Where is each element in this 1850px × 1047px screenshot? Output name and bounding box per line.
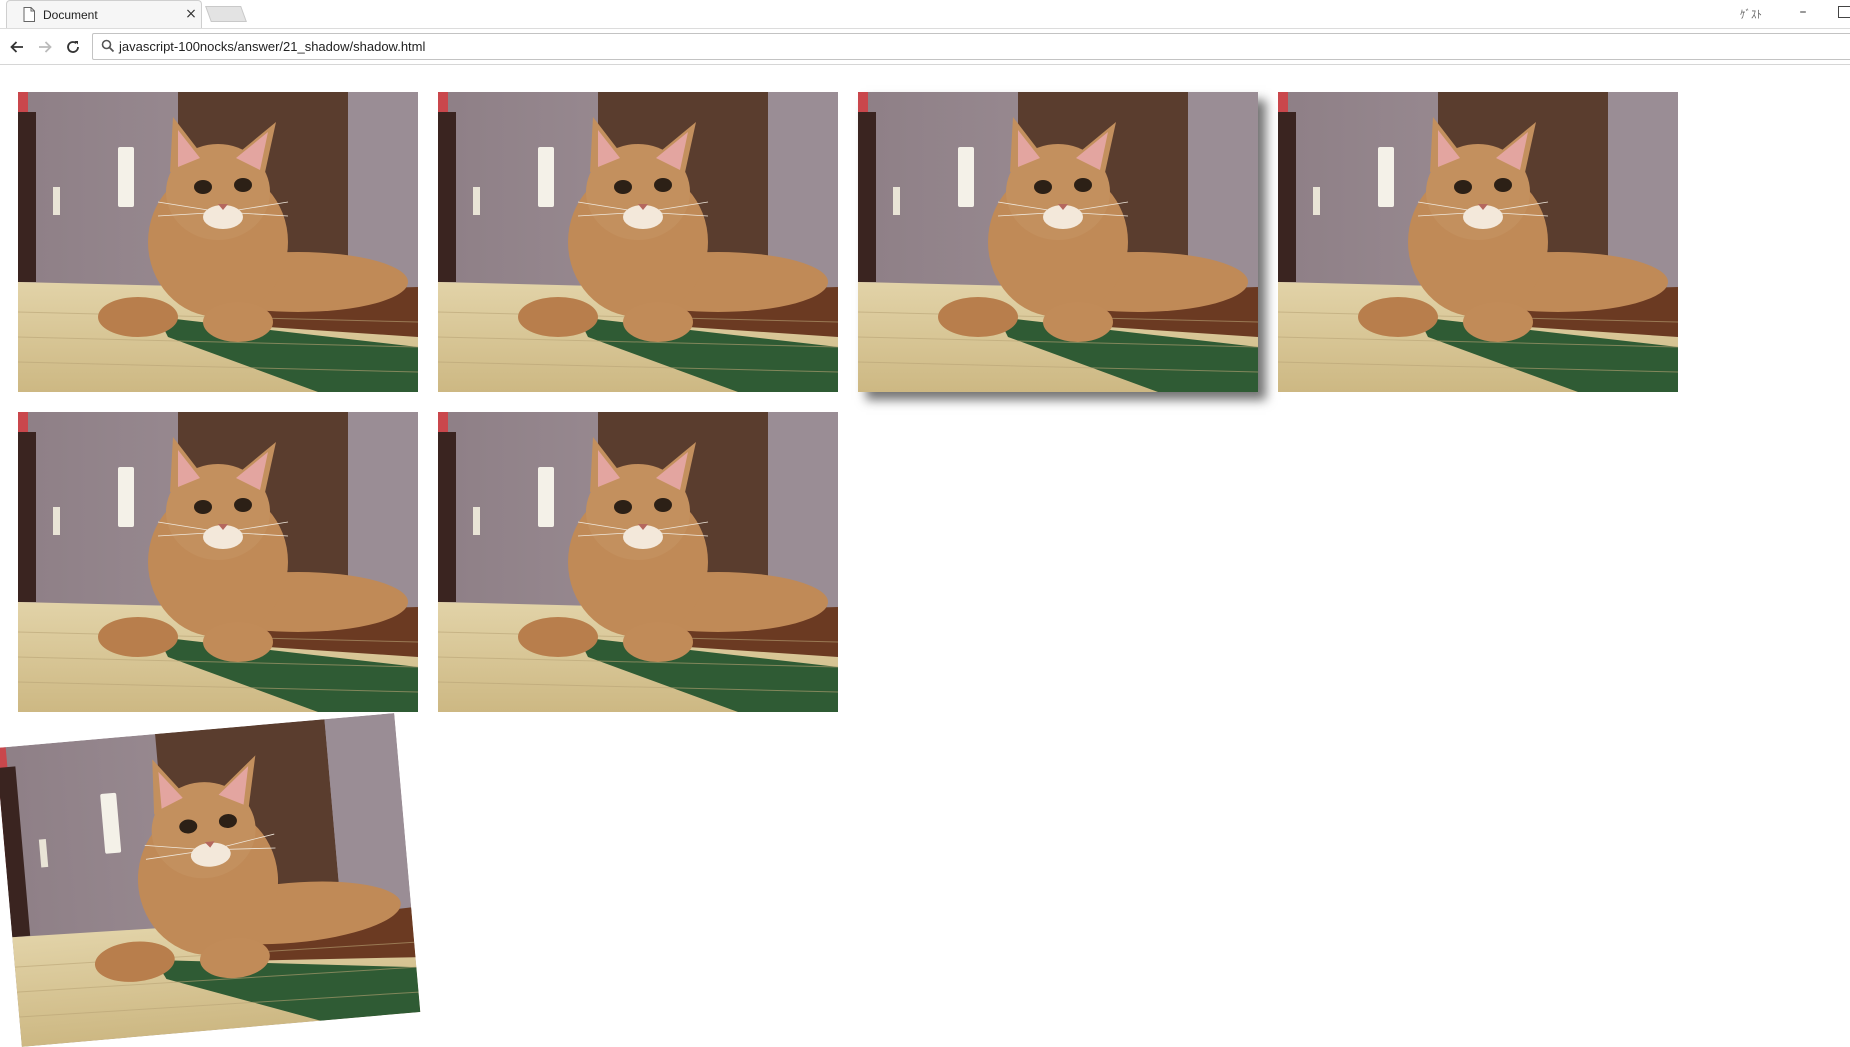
cat-image: [18, 92, 418, 392]
arrow-right-icon: [39, 41, 52, 53]
cat-photo: [18, 92, 418, 392]
cat-image: [438, 92, 838, 392]
browser-toolbar: javascript-100nocks/answer/21_shadow/sha…: [0, 29, 1850, 65]
cat-image-shadow: [858, 92, 1258, 392]
cat-image: [18, 412, 418, 712]
url-text[interactable]: javascript-100nocks/answer/21_shadow/sha…: [119, 39, 425, 54]
cat-image: [438, 412, 838, 712]
address-bar[interactable]: javascript-100nocks/answer/21_shadow/sha…: [92, 33, 1850, 60]
cat-photo: [858, 92, 1258, 392]
tab-title: Document: [43, 8, 98, 22]
cat-photo: [438, 412, 838, 712]
arrow-left-icon: [10, 41, 23, 53]
cat-image-rotated: [0, 713, 421, 1047]
cat-photo: [0, 713, 421, 1047]
page-icon: [23, 7, 35, 22]
maximize-icon[interactable]: [1838, 6, 1850, 18]
page-content: [0, 65, 1850, 1047]
close-icon[interactable]: ×: [184, 7, 198, 21]
reload-button[interactable]: [60, 34, 86, 60]
cat-photo: [438, 92, 838, 392]
search-icon: [101, 39, 115, 53]
cat-photo: [1278, 92, 1678, 392]
cat-photo: [18, 412, 418, 712]
forward-button[interactable]: [32, 34, 58, 60]
minimize-icon[interactable]: –: [1795, 4, 1811, 22]
cat-image: [1278, 92, 1678, 392]
tab-document[interactable]: Document ×: [6, 0, 202, 28]
reload-icon: [67, 41, 79, 53]
back-button[interactable]: [4, 34, 30, 60]
profile-label[interactable]: ｹﾞｽﾄ: [1740, 6, 1762, 22]
new-tab-button[interactable]: [205, 6, 247, 22]
tab-strip: Document × ｹﾞｽﾄ –: [0, 0, 1850, 29]
